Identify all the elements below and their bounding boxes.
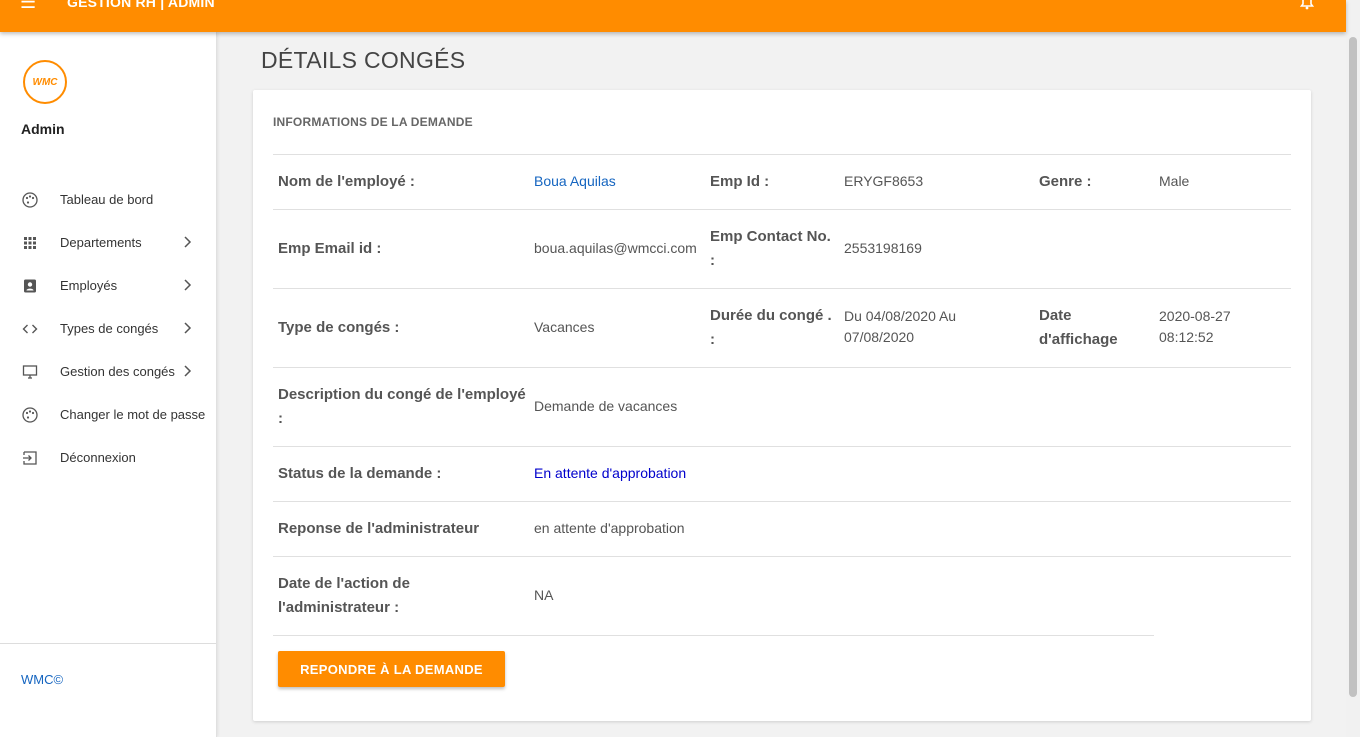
admin-action-date-label-2: l'administrateur : — [278, 599, 400, 616]
email-value: boua.aquilas@wmcci.com — [534, 240, 697, 256]
sidebar-item-departements[interactable]: Departements — [0, 221, 216, 264]
admin-response-value: en attente d'approbation — [534, 520, 685, 536]
description-value: Demande de vacances — [534, 398, 678, 414]
duration-label-colon: : — [710, 331, 715, 348]
gender-value: Male — [1159, 173, 1190, 189]
respond-request-button[interactable]: REPONDRE À LA DEMANDE — [278, 651, 505, 687]
employee-name-label: Nom de l'employé : — [278, 173, 415, 190]
sidebar-item-label: Departements — [60, 235, 142, 250]
contact-value: 2553198169 — [844, 240, 922, 256]
duration-value-end: 07/08/2020 — [844, 329, 915, 345]
admin-response-label: Reponse de l'administrateur — [278, 520, 480, 537]
card-heading: INFORMATIONS DE LA DEMANDE — [273, 115, 473, 129]
logo-text: WMC — [32, 76, 58, 88]
posting-date-label: Date — [1039, 307, 1072, 324]
sidebar-item-logout[interactable]: Déconnexion — [0, 436, 216, 479]
row-divider — [273, 635, 1154, 636]
leave-details-card: INFORMATIONS DE LA DEMANDE Nom de l'empl… — [253, 90, 1311, 721]
wmc-logo: WMC — [23, 60, 67, 104]
sidebar-item-label: Changer le mot de passe — [60, 407, 206, 422]
contact-card-icon — [24, 279, 36, 293]
scrollbar-thumb[interactable] — [1349, 37, 1357, 697]
status-label: Status de la demande : — [278, 465, 442, 482]
sidebar-item-dashboard[interactable]: Tableau de bord — [0, 178, 216, 221]
sidebar-item-label: Déconnexion — [60, 450, 136, 465]
row-divider — [273, 288, 1291, 289]
posting-date-value: 2020-08-27 — [1159, 308, 1231, 324]
description-label: Description du congé de l'employé — [278, 386, 526, 403]
sidebar-item-change-password[interactable]: Changer le mot de passe — [0, 393, 216, 436]
posting-date-label-2: d'affichage — [1039, 331, 1118, 348]
chevron-right-icon — [184, 236, 192, 248]
duration-label: Durée du congé . — [710, 307, 832, 324]
posting-time-value: 08:12:52 — [1159, 329, 1214, 345]
app-title: GESTION RH | ADMIN — [67, 0, 215, 10]
logout-icon — [23, 451, 37, 465]
sidebar-item-label: Gestion des congés — [60, 364, 175, 379]
monitor-icon — [22, 365, 38, 379]
page-scrollbar[interactable] — [1346, 0, 1360, 737]
menu-icon[interactable]: ☰ — [20, 0, 36, 13]
sidebar-item-label: Types de congés — [60, 321, 159, 336]
chevron-right-icon — [184, 322, 192, 334]
description-label-colon: : — [278, 410, 283, 427]
palette-icon — [22, 407, 38, 423]
duration-value-start: Du 04/08/2020 Au — [844, 308, 957, 324]
sidebar-item-employes[interactable]: Employés — [0, 264, 216, 307]
sidebar-item-types-conges[interactable]: Types de congés — [0, 307, 216, 350]
row-divider — [273, 209, 1291, 210]
row-divider — [273, 446, 1291, 447]
dashboard-icon — [22, 192, 38, 208]
sidebar-divider — [0, 643, 216, 644]
contact-label: Emp Contact No. — [710, 228, 831, 245]
sidebar-item-label: Tableau de bord — [60, 192, 154, 207]
leave-type-value: Vacances — [534, 319, 595, 335]
code-icon — [22, 324, 38, 334]
sidebar-item-gestion-conges[interactable]: Gestion des congés — [0, 350, 216, 393]
sidebar-footer: WMC© — [21, 672, 64, 687]
sidebar: WMC Admin Tableau de bord Departements E… — [0, 32, 217, 737]
gender-label: Genre : — [1039, 173, 1092, 190]
sidebar-item-label: Employés — [60, 278, 118, 293]
admin-action-date-label: Date de l'action de — [278, 575, 410, 592]
leave-type-label: Type de congés : — [278, 319, 400, 336]
row-divider — [273, 556, 1291, 557]
admin-action-date-value: NA — [534, 587, 554, 603]
row-divider — [273, 501, 1291, 502]
contact-label-colon: : — [710, 252, 715, 269]
bell-icon[interactable] — [1299, 0, 1315, 10]
employee-name-link[interactable]: Boua Aquilas — [534, 171, 616, 192]
row-divider — [273, 367, 1291, 368]
chevron-right-icon — [184, 279, 192, 291]
grid-icon — [24, 237, 36, 249]
page-title: DÉTAILS CONGÉS — [261, 47, 466, 73]
chevron-right-icon — [184, 365, 192, 377]
emp-id-label: Emp Id : — [710, 173, 770, 190]
status-value: En attente d'approbation — [534, 465, 687, 481]
sidebar-nav: Tableau de bord Departements Employés Ty… — [0, 178, 216, 479]
emp-id-value: ERYGF8653 — [844, 173, 924, 189]
top-app-bar: ☰ GESTION RH | ADMIN — [0, 0, 1346, 32]
sidebar-username: Admin — [21, 121, 65, 137]
row-divider — [273, 154, 1291, 155]
email-label: Emp Email id : — [278, 240, 382, 257]
